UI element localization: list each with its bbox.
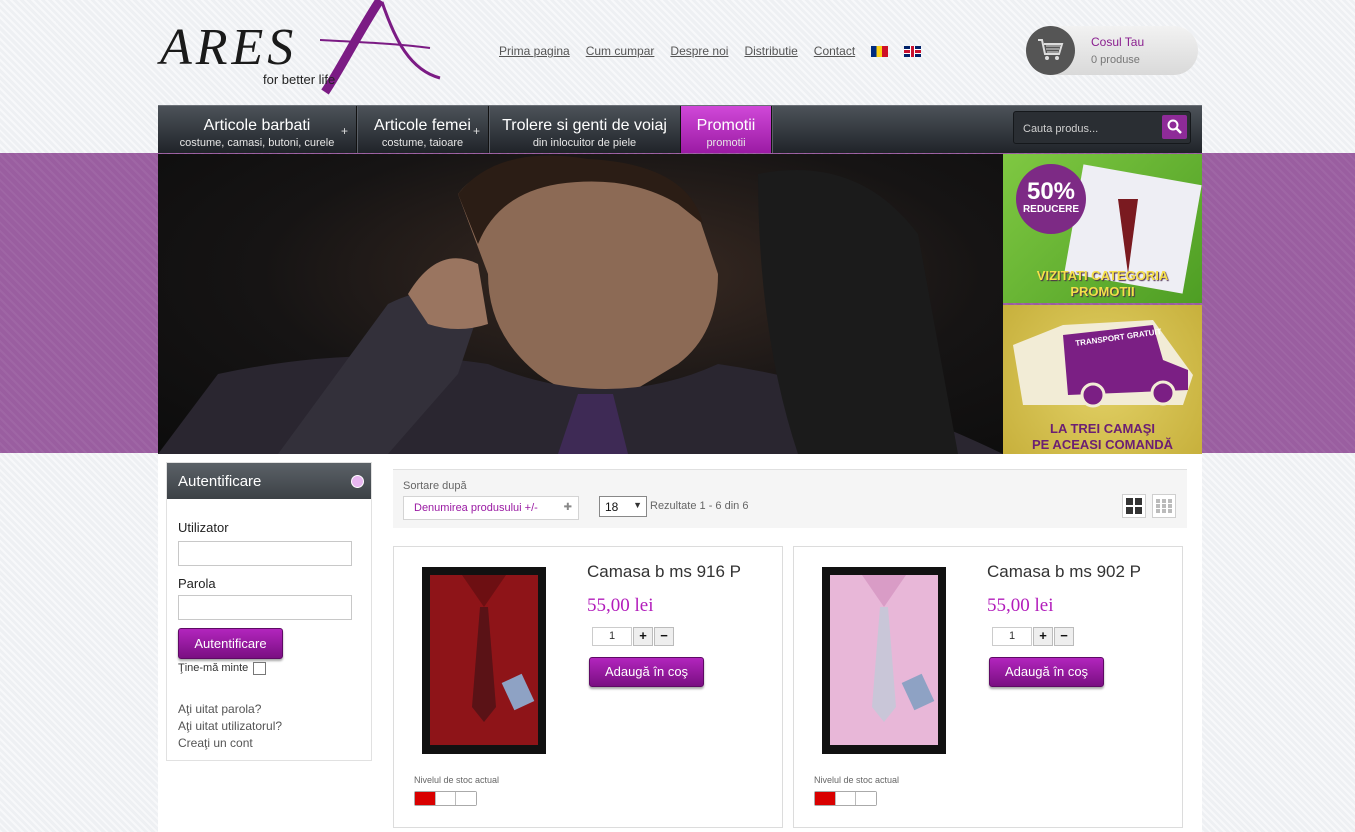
stock-label: Nivelul de stoc actual — [414, 775, 500, 785]
product-name[interactable]: Camasa b ms 902 P — [987, 562, 1141, 582]
sort-select[interactable]: Denumirea produsului +/- ✚ — [403, 496, 579, 520]
logo-swoosh-icon — [320, 0, 441, 95]
grid-view-button[interactable] — [1122, 494, 1146, 518]
username-label: Utilizator — [178, 520, 229, 535]
login-header: Autentificare — [167, 463, 371, 499]
search-placeholder: Cauta produs... — [1023, 123, 1099, 135]
english-flag-icon[interactable] — [904, 45, 922, 57]
remember-me-checkbox[interactable] — [253, 662, 266, 675]
password-label: Parola — [178, 576, 216, 591]
quantity-input[interactable]: 1 — [992, 627, 1032, 646]
promo-banner-transport[interactable]: TRANSPORT GRATUIT LA TREI CAMAŞI PE ACEA… — [1003, 305, 1202, 454]
add-to-cart-button[interactable]: Adaugă în coş — [989, 657, 1104, 687]
promo-banner-reducere[interactable]: 50% REDUCERE VIZITATI CATEGORIA PROMOTII — [1003, 154, 1202, 303]
promo-offer-line2: PE ACEASI COMANDĂ — [1031, 437, 1174, 452]
search-button[interactable] — [1162, 115, 1187, 139]
product-card: Camasa b ms 902 P 55,00 lei 1 + − Adaugă… — [793, 546, 1183, 828]
search-input[interactable]: Cauta produs... — [1013, 111, 1191, 144]
link-contact[interactable]: Contact — [814, 44, 855, 58]
product-image[interactable] — [822, 567, 946, 754]
romanian-flag-icon[interactable] — [871, 45, 889, 57]
site-logo[interactable]: ARES for better life — [160, 0, 450, 95]
shirt-illustration — [430, 575, 538, 745]
hero-image[interactable] — [158, 154, 1003, 454]
cart-widget[interactable]: Cosul Tau 0 produse — [1026, 26, 1198, 75]
nav-item-promotii[interactable]: Promotii promotii — [681, 106, 772, 154]
expand-plus-icon: + — [340, 124, 348, 138]
link-distributie[interactable]: Distributie — [744, 44, 797, 58]
product-name[interactable]: Camasa b ms 916 P — [587, 562, 741, 582]
discount-badge: 50% REDUCERE — [1016, 164, 1086, 234]
quantity-plus-button[interactable]: + — [1033, 627, 1053, 646]
link-prima-pagina[interactable]: Prima pagina — [499, 44, 570, 58]
login-links: Aţi uitat parola? Aţi uitat utilizatorul… — [178, 701, 282, 752]
product-price: 55,00 lei — [587, 595, 654, 616]
grid-large-icon — [1126, 498, 1142, 514]
link-despre-noi[interactable]: Despre noi — [670, 44, 728, 58]
discount-percent: 50% — [1026, 178, 1076, 205]
quantity-plus-button[interactable]: + — [633, 627, 653, 646]
product-price: 55,00 lei — [987, 595, 1054, 616]
chevron-down-icon: ▼ — [633, 500, 642, 510]
shirt-illustration — [830, 575, 938, 745]
nav-item-subtitle: costume, camasi, butoni, curele — [179, 137, 335, 149]
quantity-input[interactable]: 1 — [592, 627, 632, 646]
forgot-password-link[interactable]: Aţi uitat parola? — [178, 701, 282, 718]
promo-visit-line1: VIZITATI CATEGORIA — [1036, 268, 1169, 283]
nav-item-trolere[interactable]: Trolere si genti de voiaj din inlocuitor… — [489, 106, 681, 154]
sort-selected-value: Denumirea produsului +/- — [414, 502, 538, 514]
promo-visit-line2: PROMOTII — [1070, 284, 1135, 299]
hero-model-illustration — [158, 155, 1003, 454]
expand-plus-icon: + — [472, 124, 480, 138]
login-title: Autentificare — [178, 473, 262, 490]
sort-bar: Sortare după Denumirea produsului +/- ✚ … — [393, 469, 1187, 528]
logo-tagline: for better life — [263, 72, 336, 87]
grid-small-view-button[interactable] — [1152, 494, 1176, 518]
product-card: Camasa b ms 916 P 55,00 lei 1 + − Adaugă… — [393, 546, 783, 828]
stock-label: Nivelul de stoc actual — [814, 775, 900, 785]
limit-select[interactable]: 18 ▼ — [599, 496, 647, 517]
cart-count: 0 produse — [1091, 54, 1140, 66]
nav-item-subtitle: costume, taioare — [381, 137, 464, 149]
password-input[interactable] — [178, 595, 352, 620]
stock-level-bar — [814, 791, 877, 806]
nav-item-title: Articole femei — [374, 117, 471, 134]
forgot-username-link[interactable]: Aţi uitat utilizatorul? — [178, 718, 282, 735]
stock-level-bar — [414, 791, 477, 806]
quantity-minus-button[interactable]: − — [1054, 627, 1074, 646]
toggle-dot-icon[interactable] — [351, 475, 364, 488]
limit-value: 18 — [605, 500, 619, 514]
top-links: Prima pagina Cum cumpar Despre noi Distr… — [499, 44, 922, 58]
sort-label: Sortare după — [403, 480, 467, 492]
quantity-minus-button[interactable]: − — [654, 627, 674, 646]
username-input[interactable] — [178, 541, 352, 566]
discount-label: REDUCERE — [1022, 204, 1080, 215]
link-cum-cumpar[interactable]: Cum cumpar — [586, 44, 655, 58]
nav-item-title: Promotii — [696, 117, 756, 134]
login-button[interactable]: Autentificare — [178, 628, 283, 659]
product-image[interactable] — [422, 567, 546, 754]
nav-item-subtitle: din inlocuitor de piele — [532, 137, 637, 149]
create-account-link[interactable]: Creaţi un cont — [178, 735, 282, 752]
login-panel: Autentificare Utilizator Parola Autentif… — [166, 462, 372, 761]
remember-me-label: Ţine-mă minte — [178, 662, 249, 674]
nav-item-title: Articole barbati — [203, 117, 311, 134]
logo-brand-text: ARES — [160, 19, 298, 76]
promo-offer-text: LA TREI CAMAŞI PE ACEASI COMANDĂ — [1003, 421, 1202, 453]
nav-item-subtitle: promotii — [706, 137, 746, 149]
grid-small-icon — [1156, 499, 1172, 513]
nav-item-title: Trolere si genti de voiaj — [502, 117, 667, 134]
promo-offer-line1: LA TREI CAMAŞI — [1050, 421, 1155, 436]
search-icon — [1167, 119, 1182, 134]
nav-item-articole-femei[interactable]: Articole femei costume, taioare + — [357, 106, 489, 154]
promo-visit-text: VIZITATI CATEGORIA PROMOTII — [1003, 268, 1202, 300]
shopping-cart-icon — [1038, 39, 1064, 60]
results-count: Rezultate 1 - 6 din 6 — [650, 500, 749, 512]
sort-arrow-icon: ✚ — [563, 502, 572, 513]
nav-item-articole-barbati[interactable]: Articole barbati costume, camasi, butoni… — [158, 106, 357, 154]
cart-icon-circle — [1026, 26, 1075, 75]
cart-title: Cosul Tau — [1091, 35, 1145, 49]
add-to-cart-button[interactable]: Adaugă în coş — [589, 657, 704, 687]
